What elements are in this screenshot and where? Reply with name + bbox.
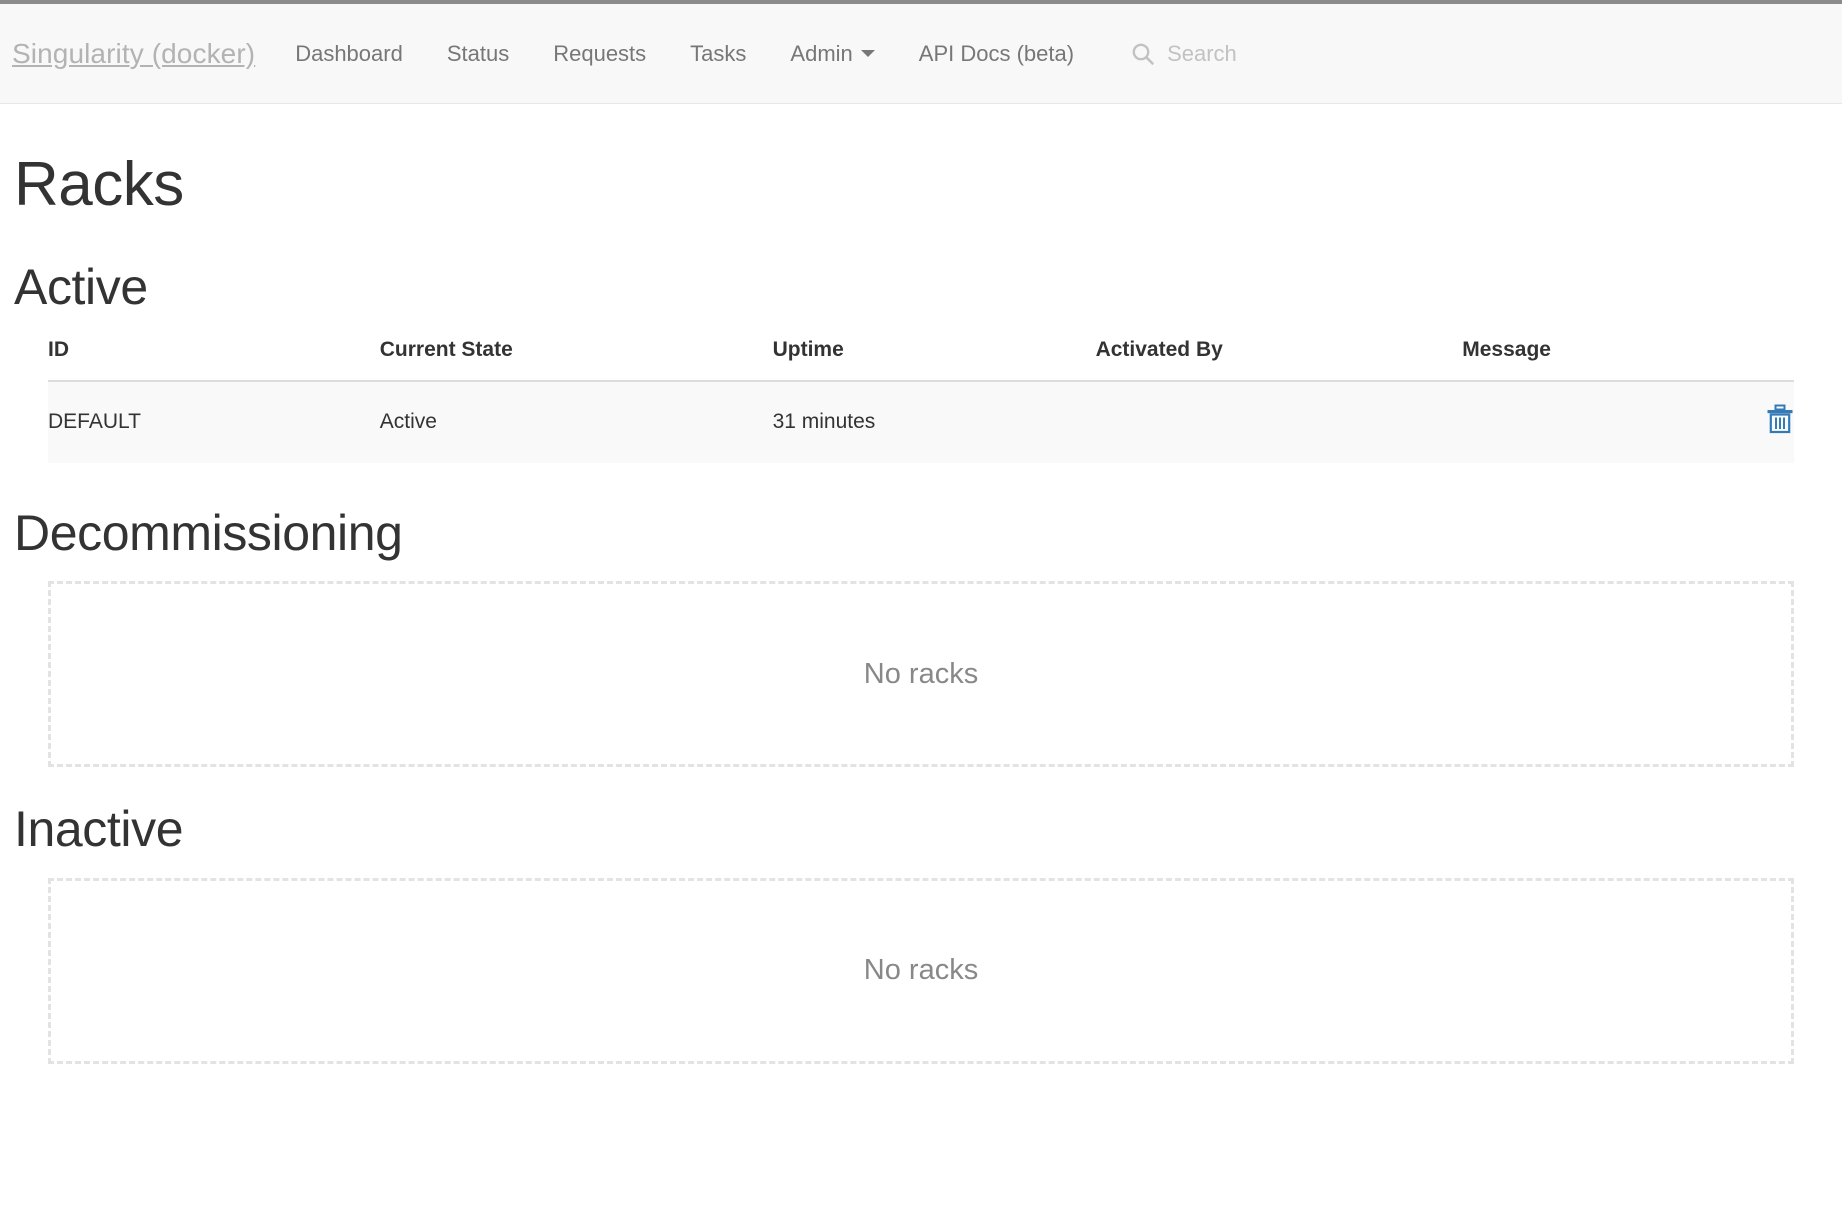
nav-item-label: Admin [790,40,853,66]
cell-message [1462,380,1707,463]
brand-link[interactable]: Singularity (docker) [12,39,273,68]
cell-id: DEFAULT [48,380,380,463]
section-title-inactive: Inactive [14,801,184,858]
column-header-uptime: Uptime [772,337,1096,382]
active-racks-table-wrapper: ID Current State Uptime Activated By Mes… [14,337,1828,463]
table-row: DEFAULT Active 31 minutes [48,380,1794,463]
column-header-id: ID [48,337,380,382]
search-input[interactable]: Search [1167,42,1237,65]
primary-nav: Dashboard Status Requests Tasks Admin AP… [273,40,1096,66]
cell-activated-by [1095,380,1463,463]
column-header-actions [1706,337,1794,382]
active-racks-table: ID Current State Uptime Activated By Mes… [48,337,1794,463]
search-icon [1130,41,1156,67]
chevron-down-icon [860,50,875,57]
nav-item-label: Tasks [690,40,747,66]
page-title: Racks [14,150,184,219]
table-header-row: ID Current State Uptime Activated By Mes… [48,337,1794,382]
nav-item-status[interactable]: Status [425,40,531,66]
table-head: ID Current State Uptime Activated By Mes… [48,337,1794,382]
nav-item-tasks[interactable]: Tasks [668,40,768,66]
cell-actions [1706,380,1794,463]
column-header-activated-by: Activated By [1095,337,1463,382]
empty-state-text: No racks [863,657,979,690]
column-header-message: Message [1462,337,1707,382]
section-title-decommissioning: Decommissioning [14,504,403,561]
nav-item-api-docs[interactable]: API Docs (beta) [897,40,1096,66]
nav-item-label: Dashboard [295,40,403,66]
nav-item-label: Status [446,40,510,66]
trash-icon [1766,404,1794,437]
nav-item-label: API Docs (beta) [918,40,1075,66]
section-title-active: Active [14,259,148,316]
search-box[interactable]: Search [1096,41,1237,67]
inactive-empty-state: No racks [48,877,1794,1064]
nav-item-dashboard[interactable]: Dashboard [273,40,425,66]
delete-rack-button[interactable] [1766,404,1794,434]
nav-item-label: Requests [553,40,647,66]
table-body: DEFAULT Active 31 minutes [48,380,1794,463]
top-navbar: Singularity (docker) Dashboard Status Re… [0,0,1842,104]
cell-uptime: 31 minutes [772,380,1096,463]
cell-current-state: Active [379,380,773,463]
column-header-current-state: Current State [379,337,773,382]
page-container: Racks Active ID Current State Uptime Act… [0,152,1842,1064]
nav-item-requests[interactable]: Requests [531,40,668,66]
empty-state-text: No racks [863,954,979,987]
decommissioning-empty-state: No racks [48,581,1794,768]
nav-item-admin[interactable]: Admin [768,40,896,66]
